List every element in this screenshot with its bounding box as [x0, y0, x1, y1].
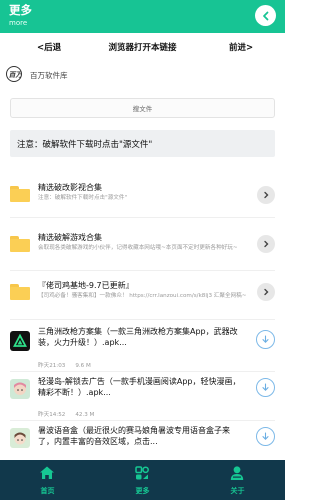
delta-logo — [13, 334, 27, 347]
folder-icon — [10, 236, 30, 252]
divider — [10, 420, 275, 421]
page-title: 更多 — [9, 3, 32, 17]
anime-face — [14, 382, 26, 395]
site-logo-mark: 百万 — [9, 70, 22, 79]
user-icon — [230, 466, 244, 480]
file-name: 暑波语音盒（最近很火的赛马娘角暑波专用语音盒子来了，内置丰富的音效区域，点击..… — [38, 426, 230, 446]
forward-link[interactable]: 前进> — [229, 41, 253, 53]
tab-more[interactable]: 更多 — [95, 460, 190, 500]
tab-more-label: 更多 — [135, 487, 150, 495]
open-folder-button[interactable] — [257, 235, 275, 253]
open-folder-button[interactable] — [257, 186, 275, 204]
folder-item[interactable]: 精选破解游戏合集 会取现各类破解游戏的小伙伴，记得收藏本网站哦~本页面不定时更新… — [0, 229, 285, 263]
page-subtitle: more — [9, 19, 28, 27]
file-item[interactable]: 暑波语音盒（最近很火的赛马娘角暑波专用语音盒子来了，内置丰富的音效区域，点击..… — [0, 424, 285, 460]
search-files-label: 搜文件 — [132, 105, 153, 113]
site-name: 百万软件库 — [30, 71, 68, 80]
tab-home[interactable]: 首页 — [0, 460, 95, 500]
download-arrow-icon — [262, 432, 269, 440]
download-button[interactable] — [256, 330, 275, 349]
folder-icon — [10, 186, 30, 202]
chevron-right-icon — [264, 288, 269, 296]
browser-nav-bar: 浏览器打开本链接 <后退 前进> — [0, 33, 285, 60]
bottom-tab-bar: 首页 更多 关于 — [0, 460, 285, 500]
notice-text: 注意：破解软件下载时点击"源文件" — [17, 140, 153, 150]
download-arrow-icon — [262, 383, 269, 391]
search-files-button[interactable]: 搜文件 — [10, 98, 275, 118]
chevron-right-icon — [264, 191, 269, 199]
anime-girl-app-icon — [10, 379, 30, 399]
home-icon — [40, 466, 54, 479]
divider — [10, 319, 275, 320]
site-logo-text: 百万 — [9, 70, 22, 79]
character-face — [14, 432, 26, 445]
chevron-right-icon — [264, 240, 269, 248]
more-apps-icon — [135, 466, 149, 480]
tab-home-label: 首页 — [40, 487, 55, 495]
file-name: 三角洲改枪方案集（一款三角洲改枪方案集App，武器改装，火力升级！）.apk..… — [38, 327, 238, 347]
download-arrow-icon — [262, 335, 269, 343]
site-logo: 百万 — [6, 66, 22, 82]
back-link[interactable]: <后退 — [37, 41, 61, 53]
folder-name: 精选破改影视合集 — [38, 183, 102, 192]
folder-desc: 会取现各类破解游戏的小伙伴，记得收藏本网站哦~本页面不定时更新各种好玩~ — [38, 245, 238, 251]
site-info: 百万 百万软件库 — [0, 62, 285, 90]
back-button[interactable] — [255, 5, 276, 26]
file-size: 42.3 M — [75, 412, 95, 418]
folder-item[interactable]: 『佬司鸡基地-9.7已更新』 【司鸡必备！骚客集和】一款佛众！ https://… — [0, 277, 285, 313]
file-item[interactable]: 三角洲改枪方案集（一款三角洲改枪方案集App，武器改装，火力升级！）.apk..… — [0, 325, 285, 369]
divider — [10, 270, 275, 271]
open-folder-button[interactable] — [257, 283, 275, 301]
folder-name: 精选破解游戏合集 — [38, 233, 102, 242]
file-time: 昨天14:52 — [38, 412, 66, 418]
top-bar: 更多 more — [0, 0, 285, 33]
tab-about-label: 关于 — [230, 487, 245, 495]
file-size: 9.6 M — [75, 363, 91, 369]
file-meta: 昨天21:03 9.6 M — [38, 361, 101, 369]
folder-desc: 注意：破解软件下载时点击"源文件" — [38, 195, 128, 201]
chevron-left-icon — [262, 11, 268, 20]
file-meta: 昨天14:52 42.3 M — [38, 410, 104, 418]
folder-name: 『佬司鸡基地-9.7已更新』 — [38, 281, 134, 290]
character-app-icon — [10, 428, 30, 448]
delta-app-icon — [10, 331, 30, 351]
folder-icon — [10, 284, 30, 300]
file-item[interactable]: 轻漫岛-解锁去广告（一款手机漫画阅读App，轻快漫画，精彩不断！）.apk...… — [0, 375, 285, 419]
download-button[interactable] — [256, 427, 275, 446]
tab-about[interactable]: 关于 — [190, 460, 285, 500]
folder-desc: 【司鸡必备！骚客集和】一款佛众！ https://crr.lanzoui.com… — [38, 293, 247, 299]
file-name: 轻漫岛-解锁去广告（一款手机漫画阅读App，轻快漫画，精彩不断！）.apk... — [38, 377, 241, 397]
file-time: 昨天21:03 — [38, 363, 66, 369]
notice-banner: 注意：破解软件下载时点击"源文件" — [10, 130, 275, 157]
divider — [10, 217, 275, 218]
folder-item[interactable]: 精选破改影视合集 注意：破解软件下载时点击"源文件" — [0, 178, 285, 212]
download-button[interactable] — [256, 378, 275, 397]
divider — [10, 371, 275, 372]
